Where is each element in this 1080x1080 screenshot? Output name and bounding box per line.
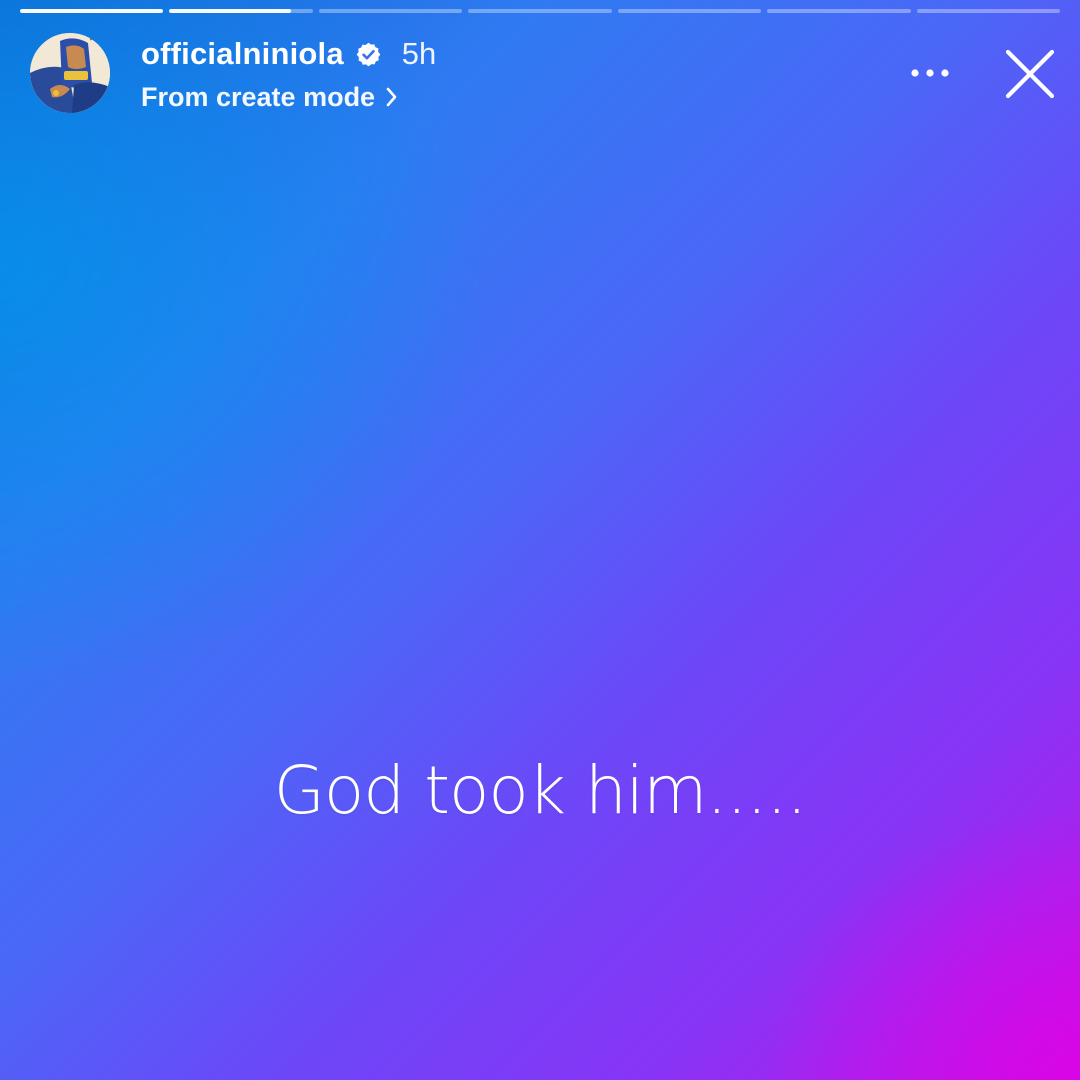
more-options-button[interactable] <box>905 56 955 90</box>
create-mode-link[interactable]: From create mode <box>141 77 436 117</box>
story-header: officialniniola 5h From create mode <box>0 0 1080 130</box>
create-mode-label: From create mode <box>141 81 376 112</box>
close-button[interactable] <box>1003 47 1057 101</box>
story-meta: officialniniola 5h From create mode <box>141 32 436 117</box>
username-row: officialniniola 5h <box>141 32 436 76</box>
ellipsis-icon <box>911 69 949 77</box>
chevron-right-icon <box>385 86 399 108</box>
post-time: 5h <box>401 36 437 71</box>
profile-avatar[interactable] <box>30 33 110 113</box>
username[interactable]: officialniniola <box>141 36 344 72</box>
story-background[interactable] <box>0 0 1080 1080</box>
verified-badge-icon <box>355 41 382 68</box>
avatar-image <box>30 33 110 113</box>
story-caption: God took him..... <box>273 752 808 829</box>
close-icon <box>1005 49 1055 99</box>
